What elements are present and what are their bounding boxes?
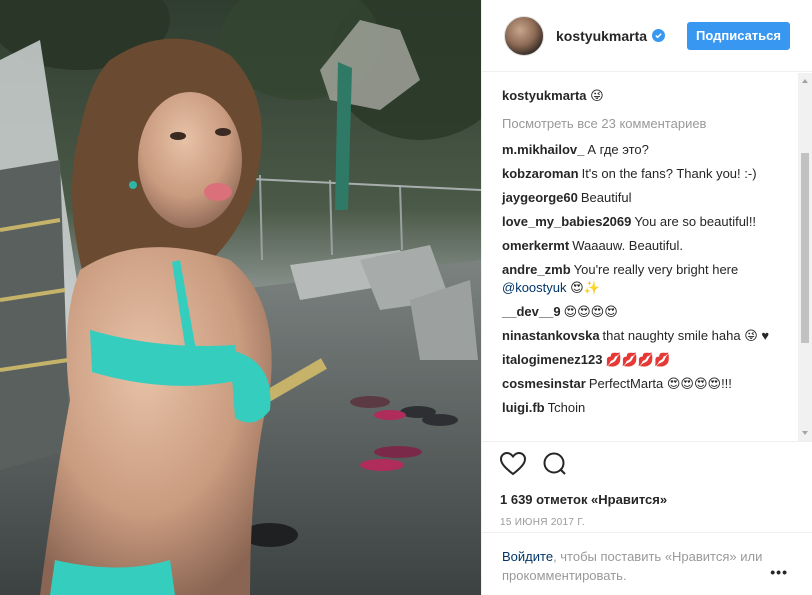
comment-username[interactable]: luigi.fb xyxy=(502,400,545,415)
likes-count[interactable]: 1 639 отметок «Нравится» xyxy=(500,492,792,507)
post-date[interactable]: 15 июня 2017 г. xyxy=(500,517,792,528)
comment-text: А где это? xyxy=(587,142,649,157)
login-link[interactable]: Войдите xyxy=(502,549,553,564)
comment-icon[interactable] xyxy=(542,452,568,479)
post-actions: 1 639 отметок «Нравится» 15 июня 2017 г. xyxy=(482,441,812,528)
comment-username[interactable]: ninastankovska xyxy=(502,328,600,343)
comment-username[interactable]: __dev__9 xyxy=(502,304,561,319)
comment-username[interactable]: jaygeorge60 xyxy=(502,190,578,205)
comment-text: 💋💋💋💋 xyxy=(605,352,671,367)
comment-text: Tchoin xyxy=(547,400,586,415)
comment-text: 😍😍😍😍 xyxy=(563,304,618,319)
comment-username[interactable]: andre_zmb xyxy=(502,262,571,277)
comment-username[interactable]: love_my_babies2069 xyxy=(502,214,631,229)
comment-item: kobzaroman It's on the fans? Thank you! :… xyxy=(502,165,778,183)
comments-scrollbar[interactable] xyxy=(798,73,812,441)
comment-username[interactable]: m.mikhailov_ xyxy=(502,142,584,157)
comment-text: PerfectMarta 😍😍😍😍!!! xyxy=(588,376,732,391)
comment-text: It's on the fans? Thank you! :-) xyxy=(581,166,757,181)
post-sidebar: kostyukmarta Подписаться kostyukmarta 😜 … xyxy=(481,0,812,595)
view-all-comments-link[interactable]: Посмотреть все 23 комментариев xyxy=(502,115,778,133)
comment-item: andre_zmb You're really very bright here @… xyxy=(502,261,778,297)
comment-text: Waaauw. Beautiful. xyxy=(572,238,684,253)
scrollbar-thumb[interactable] xyxy=(801,153,809,343)
comment-username[interactable]: omerkermt xyxy=(502,238,569,253)
comment-username[interactable]: kobzaroman xyxy=(502,166,579,181)
scroll-up-arrow-icon[interactable] xyxy=(802,79,808,83)
caption-username[interactable]: kostyukmarta xyxy=(502,88,587,103)
comment-item: ninastankovska that naughty smile haha 😜 … xyxy=(502,327,778,345)
comment-text-after: 😍✨ xyxy=(566,280,600,295)
avatar[interactable] xyxy=(504,15,544,56)
comment-item: jaygeorge60 Beautiful xyxy=(502,189,778,207)
comment-item: love_my_babies2069 You are so beautiful!! xyxy=(502,213,778,231)
username-text[interactable]: kostyukmarta xyxy=(556,28,647,44)
comment-item: luigi.fb Tchoin xyxy=(502,399,778,417)
more-options-icon[interactable]: ••• xyxy=(770,563,788,582)
caption-text: 😜 xyxy=(590,88,604,103)
profile-username[interactable]: kostyukmarta xyxy=(556,28,666,44)
verified-badge-icon xyxy=(652,29,666,42)
comment-text: You're really very bright here xyxy=(573,262,739,277)
comment-mention[interactable]: @koostyuk xyxy=(502,280,567,295)
follow-button[interactable]: Подписаться xyxy=(686,21,790,50)
post-caption: kostyukmarta 😜 xyxy=(502,87,778,105)
heart-icon[interactable] xyxy=(499,451,527,479)
comment-text: that naughty smile haha 😜 ♥ xyxy=(602,328,770,343)
action-icons xyxy=(499,451,792,479)
comment-text: Beautiful xyxy=(580,190,632,205)
scroll-down-arrow-icon[interactable] xyxy=(802,431,808,435)
comments-list: kostyukmarta 😜 Посмотреть все 23 коммент… xyxy=(482,73,798,441)
comment-item: italogimenez123 💋💋💋💋 xyxy=(502,351,778,369)
post-photo[interactable] xyxy=(0,0,481,595)
photo-illustration xyxy=(0,0,481,595)
comment-username[interactable]: cosmesinstar xyxy=(502,376,586,391)
comment-item: cosmesinstar PerfectMarta 😍😍😍😍!!! xyxy=(502,375,778,393)
comment-item: omerkermt Waaauw. Beautiful. xyxy=(502,237,778,255)
comment-item: __dev__9 😍😍😍😍 xyxy=(502,303,778,321)
post-header: kostyukmarta Подписаться xyxy=(482,0,812,72)
comment-item: m.mikhailov_ А где это? xyxy=(502,141,778,159)
comment-username[interactable]: italogimenez123 xyxy=(502,352,602,367)
comment-text: You are so beautiful!! xyxy=(634,214,757,229)
login-prompt: Войдите, чтобы поставить «Нравится» или … xyxy=(482,532,812,585)
